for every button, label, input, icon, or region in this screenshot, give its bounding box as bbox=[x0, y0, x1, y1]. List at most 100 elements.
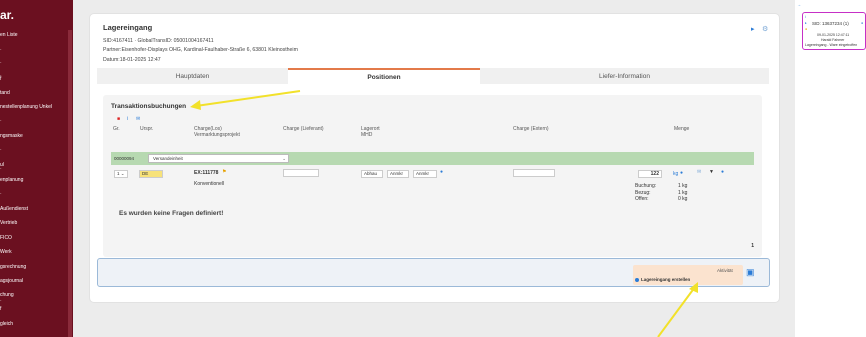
activity-status: Lagereingang - Ware eingetroffen bbox=[805, 43, 858, 47]
sidebar-item[interactable]: chung bbox=[0, 292, 14, 298]
arrow-icon[interactable]: → bbox=[797, 2, 801, 7]
sidebar-item[interactable]: Werk bbox=[0, 249, 12, 255]
sidebar-item[interactable]: · bbox=[0, 191, 2, 197]
tab-bar: Hauptdaten Positionen Liefer-Information bbox=[97, 68, 769, 84]
charge-extern-input[interactable] bbox=[513, 169, 555, 177]
article-code[interactable]: EX:111778 bbox=[194, 170, 218, 176]
right-panel: → i ▸ ● SID: 13637234 (1) ● 09-01-2025 1… bbox=[795, 0, 866, 337]
tag-icon: ⚑ bbox=[222, 169, 227, 175]
delete-icon[interactable]: ■ bbox=[117, 116, 120, 122]
chevron-down-icon[interactable]: ▼ bbox=[709, 169, 714, 175]
warning-icon: ● bbox=[805, 27, 808, 31]
sidebar-item[interactable]: · bbox=[0, 47, 2, 53]
share-icon[interactable]: ▸ bbox=[751, 25, 755, 33]
col-header-gr: Gr. bbox=[113, 126, 120, 132]
sidebar-item[interactable]: tand bbox=[0, 90, 10, 96]
versandeinheit-row: 00000094 Versandeinheit ⌄ bbox=[111, 152, 754, 165]
col-header-mhd: MHD bbox=[361, 132, 373, 138]
lager-select-2-value: Anmkr bbox=[390, 171, 404, 176]
sidebar-item[interactable]: en Liste bbox=[0, 32, 18, 38]
settings-icon[interactable]: ⚙ bbox=[762, 25, 768, 33]
sidebar-item[interactable]: · bbox=[0, 60, 2, 66]
tab-positionen[interactable]: Positionen bbox=[288, 68, 480, 84]
info-icon: ● bbox=[861, 21, 864, 25]
col-header-charge: Charge(Los) Vermarktungsprojekt bbox=[194, 126, 240, 138]
lager-select-1[interactable]: Abhau bbox=[361, 170, 383, 178]
offen-label: Offen: bbox=[635, 196, 649, 202]
lager-select-3[interactable]: Anmkr bbox=[413, 170, 437, 178]
sidebar-item[interactable]: gsrechnung bbox=[0, 264, 26, 270]
charge-lieferant-input[interactable] bbox=[283, 169, 319, 177]
tab-liefer-information[interactable]: Liefer-Information bbox=[480, 68, 769, 84]
gr-value: 1 bbox=[117, 171, 120, 176]
activity-name: Harald Fahmer bbox=[821, 38, 845, 42]
col-header-lagerort: Lagerort MHD bbox=[361, 126, 380, 138]
sidebar-item[interactable]: · bbox=[0, 147, 2, 153]
col-header-charge-extern: Charge (Extern) bbox=[513, 126, 549, 132]
share-icon: ▸ bbox=[805, 21, 807, 25]
col-header-charge-lieferant: Charge (Lieferant) bbox=[283, 126, 324, 132]
activity-card[interactable]: i ▸ ● SID: 13637234 (1) ● 09-01-2025 12:… bbox=[802, 12, 866, 50]
chevron-down-icon: ⌄ bbox=[282, 156, 286, 161]
radio-icon[interactable] bbox=[635, 277, 639, 282]
article-sub: Konventionell bbox=[194, 181, 225, 187]
info-icon[interactable]: ● bbox=[680, 170, 683, 176]
mail-icon[interactable]: ✉ bbox=[697, 169, 701, 175]
sidebar-item[interactable]: · bbox=[0, 118, 2, 124]
info-icon: i bbox=[805, 15, 806, 19]
col-header-vermarktungsprojekt: Vermarktungsprojekt bbox=[194, 132, 240, 138]
sidebar-item[interactable]: Außendienst bbox=[0, 206, 28, 212]
lager-select-1-value: Abhau bbox=[364, 171, 378, 176]
sidebar-item[interactable]: ngsmaske bbox=[0, 133, 23, 139]
page-number[interactable]: 1 bbox=[751, 243, 754, 249]
menge-input[interactable]: 122 bbox=[638, 170, 662, 178]
add-icon[interactable]: ● bbox=[440, 169, 443, 175]
sidebar-item[interactable]: Vertrieb bbox=[0, 220, 17, 226]
transaktionsbuchungen-panel: Transaktionsbuchungen ■ i ✉ Gr. Urspr. C… bbox=[103, 95, 762, 257]
sidebar-item[interactable]: · bbox=[0, 166, 2, 172]
lagereingang-card: Lagereingang SID:4167411 · GlobalTransID… bbox=[89, 13, 780, 303]
buchung-label: Buchung: bbox=[635, 183, 657, 189]
sidebar-item[interactable]: f bbox=[0, 306, 1, 312]
urspr-select[interactable]: DE bbox=[139, 170, 163, 178]
unit-label: kg bbox=[673, 171, 679, 177]
activity-sid: SID: 13637234 (1) bbox=[812, 21, 849, 26]
buchung-value: 1 kg bbox=[678, 183, 688, 189]
sidebar-scrollbar[interactable] bbox=[68, 30, 72, 337]
aktivitat-label: Aktivität bbox=[717, 268, 733, 273]
app-logo: ar. bbox=[0, 8, 15, 22]
sid-line: SID:4167411 · GlobalTransID: 05001004167… bbox=[103, 38, 214, 44]
info-icon[interactable]: i bbox=[127, 116, 128, 122]
page-title: Lagereingang bbox=[103, 23, 153, 32]
partner-line: Partner:Eisenhofer-Displays OHG, Kardina… bbox=[103, 47, 298, 53]
lager-select-3-value: Anmkr bbox=[416, 171, 430, 176]
sidebar-item[interactable]: gleich bbox=[0, 321, 13, 327]
activity-date: 09-01-2025 12:47:11 bbox=[817, 33, 850, 37]
versandeinheit-code: 00000094 bbox=[114, 156, 135, 161]
sidebar-item[interactable]: · bbox=[0, 298, 2, 304]
offen-value: 0 kg bbox=[678, 196, 688, 202]
annotation-arrow-icon bbox=[657, 282, 698, 337]
urspr-value: DE bbox=[142, 171, 149, 176]
gr-select[interactable]: 1 ⌄ bbox=[114, 170, 128, 178]
help-icon[interactable]: ● bbox=[721, 169, 724, 175]
main-area: Lagereingang SID:4167411 · GlobalTransID… bbox=[73, 0, 795, 337]
lager-select-2[interactable]: Anmkr bbox=[387, 170, 409, 178]
sidebar-item[interactable]: enplanung bbox=[0, 177, 23, 183]
sidebar-item[interactable]: f bbox=[0, 76, 1, 82]
section-title: Transaktionsbuchungen bbox=[111, 103, 187, 110]
mail-icon[interactable]: ✉ bbox=[136, 116, 140, 122]
versandeinheit-select-value: Versandeinheit bbox=[153, 156, 183, 161]
annotation-arrow-icon bbox=[190, 90, 301, 110]
col-header-urspr: Urspr. bbox=[140, 126, 154, 132]
col-header-menge: Menge bbox=[674, 126, 690, 132]
tab-hauptdaten[interactable]: Hauptdaten bbox=[97, 68, 288, 84]
sidebar: ar. en Liste · · · f tand nestellenplanu… bbox=[0, 0, 73, 337]
datum-line: Datum:18-01-2025 12:47 bbox=[103, 57, 161, 63]
sidebar-item[interactable]: agsjournal bbox=[0, 278, 23, 284]
sidebar-item[interactable]: nestellenplanung Unkel bbox=[0, 104, 52, 110]
sidebar-item[interactable]: FICO bbox=[0, 235, 12, 241]
save-icon[interactable]: ▣ bbox=[746, 267, 758, 279]
empty-questions-message: Es wurden keine Fragen definiert! bbox=[119, 210, 224, 217]
versandeinheit-select[interactable]: Versandeinheit ⌄ bbox=[148, 154, 289, 163]
